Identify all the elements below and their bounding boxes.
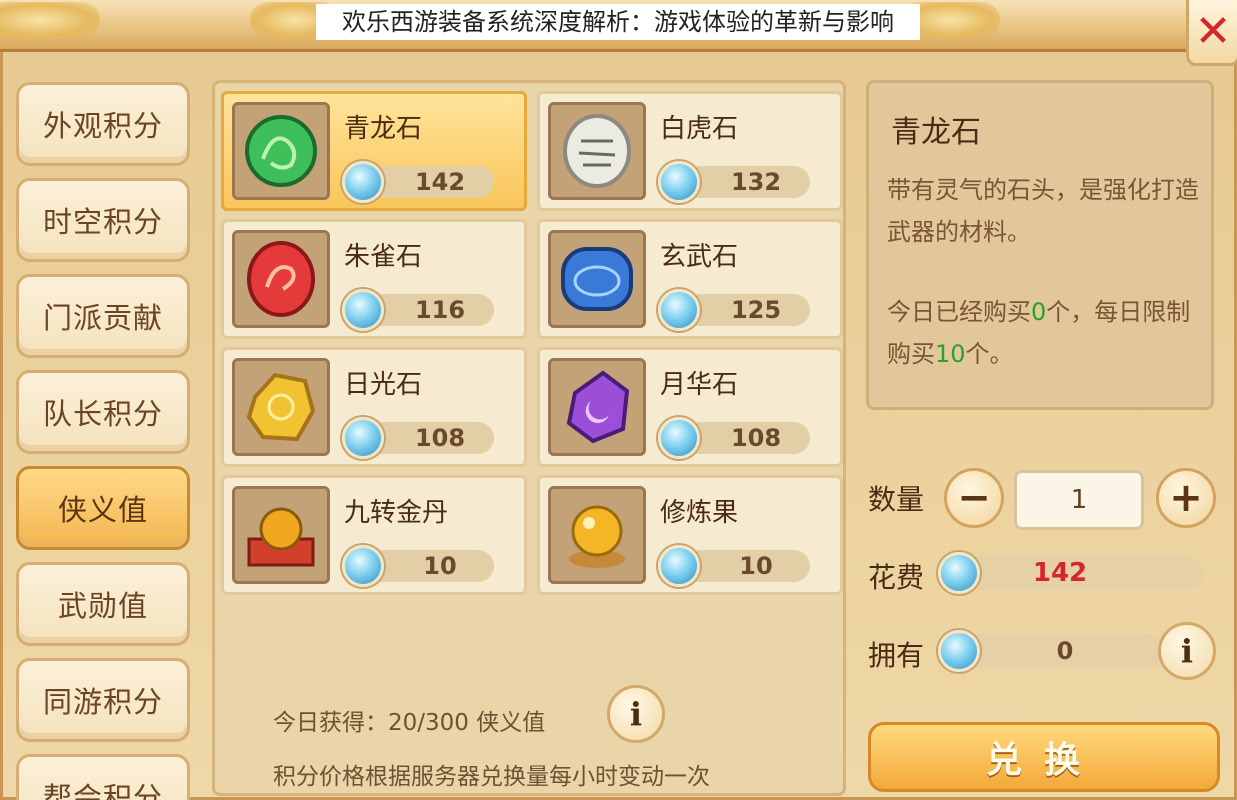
item-icon-frame [548,358,646,456]
price-bar: 116 [342,289,494,331]
item-name: 玄武石 [660,242,739,272]
tab-appearance-points[interactable]: 外观积分 [16,82,190,166]
price-bar: 10 [342,545,494,587]
item-price: 108 [730,424,782,452]
info-icon: i [1180,632,1194,670]
item-card[interactable]: 日光石 108 [221,347,527,467]
cost-value: 142 [1032,558,1088,588]
category-sidebar: 外观积分 时空积分 门派贡献 队长积分 侠义值 武勋值 同游积分 帮会积分 [14,80,194,800]
item-icon-frame [232,358,330,456]
item-name: 九转金丹 [344,498,449,528]
item-card[interactable]: 青龙石 142 [221,91,527,211]
cost-bar: 142 [938,552,1204,594]
price-bar: 125 [658,289,810,331]
white-tiger-stone-icon [563,114,631,188]
tab-spacetime-points[interactable]: 时空积分 [16,178,190,262]
item-icon-frame [548,102,646,200]
currency-coin-icon [938,630,980,672]
sunlight-stone-icon [246,372,316,442]
bought-count: 0 [1031,298,1047,326]
item-price: 132 [730,168,782,196]
item-card[interactable]: 朱雀石 116 [221,219,527,339]
currency-coin-icon [342,417,384,459]
item-icon-frame [232,102,330,200]
owned-bar: 0 [938,630,1164,672]
item-detail-panel: 青龙石 带有灵气的石头，是强化打造武器的材料。 今日已经购买0个，每日限制购买1… [866,80,1214,410]
currency-coin-icon [658,289,700,331]
detail-description: 带有灵气的石头，是强化打造武器的材料。 [887,176,1199,246]
detail-item-name: 青龙石 [891,115,981,150]
quantity-field[interactable]: 1 [1014,470,1144,530]
item-price: 125 [730,296,782,324]
tab-captain-points[interactable]: 队长积分 [16,370,190,454]
cloud-ornament-left-icon [0,2,100,38]
cost-label: 花费 [868,561,925,594]
plus-icon: + [1169,475,1203,521]
owned-value: 0 [1056,637,1074,665]
item-price: 10 [739,552,773,580]
black-tortoise-stone-icon [561,247,633,311]
price-bar: 108 [658,417,810,459]
price-bar: 108 [342,417,494,459]
price-bar: 132 [658,161,810,203]
info-button[interactable]: i [607,685,665,743]
currency-coin-icon [658,161,700,203]
currency-coin-icon [658,545,700,587]
purchase-limit-text: 今日已经购买0个，每日限制购买10个。 [887,298,1191,368]
tab-merit-value[interactable]: 武勋值 [16,562,190,646]
vermilion-bird-stone-icon [247,241,315,317]
close-button[interactable]: ✕ [1186,0,1237,66]
item-price: 142 [414,168,466,196]
decrease-quantity-button[interactable]: − [944,468,1004,528]
info-icon: i [629,695,643,733]
currency-coin-icon [342,289,384,331]
title-bar: 欢乐西游装备系统深度解析：游戏体验的革新与影响 [0,0,1237,52]
tab-guild-points[interactable]: 帮会积分 [16,754,190,800]
exchange-button[interactable]: 兑换 [868,722,1220,792]
golden-elixir-icon [247,507,315,567]
item-icon-frame [232,230,330,328]
item-name: 青龙石 [344,114,423,144]
tab-companion-points[interactable]: 同游积分 [16,658,190,742]
quantity-label: 数量 [868,483,925,516]
item-name: 朱雀石 [344,242,423,272]
today-gain-text: 今日获得：20/300 侠义值 [273,710,546,736]
currency-coin-icon [658,417,700,459]
item-name: 修炼果 [660,498,739,528]
daily-limit-count: 10 [935,340,966,368]
item-card[interactable]: 修炼果 10 [537,475,843,595]
item-name: 日光石 [344,370,423,400]
item-card[interactable]: 九转金丹 10 [221,475,527,595]
tab-sect-contribution[interactable]: 门派贡献 [16,274,190,358]
item-name: 月华石 [660,370,739,400]
item-price: 116 [414,296,466,324]
item-icon-frame [232,486,330,584]
minus-icon: − [957,475,991,521]
owned-info-button[interactable]: i [1158,622,1216,680]
item-card[interactable]: 白虎石 132 [537,91,843,211]
item-list-panel: 青龙石 142 白虎石 132 朱雀石 116 玄武石 125 日光石 108 … [212,80,846,796]
close-icon: ✕ [1194,6,1232,57]
price-bar: 142 [342,161,494,203]
tab-chivalry-value[interactable]: 侠义值 [16,466,190,550]
item-card[interactable]: 玄武石 125 [537,219,843,339]
item-price: 108 [414,424,466,452]
page-title: 欢乐西游装备系统深度解析：游戏体验的革新与影响 [316,4,920,40]
item-icon-frame [548,486,646,584]
item-price: 10 [423,552,457,580]
currency-coin-icon [342,161,384,203]
cultivation-fruit-icon [569,505,625,568]
currency-coin-icon [342,545,384,587]
moonlight-stone-icon [566,370,630,444]
price-bar: 10 [658,545,810,587]
green-dragon-stone-icon [245,115,317,187]
owned-label: 拥有 [868,639,925,672]
item-card[interactable]: 月华石 108 [537,347,843,467]
item-icon-frame [548,230,646,328]
currency-coin-icon [938,552,980,594]
increase-quantity-button[interactable]: + [1156,468,1216,528]
item-name: 白虎石 [660,114,739,144]
price-note-text: 积分价格根据服务器兑换量每小时变动一次 [273,764,710,790]
